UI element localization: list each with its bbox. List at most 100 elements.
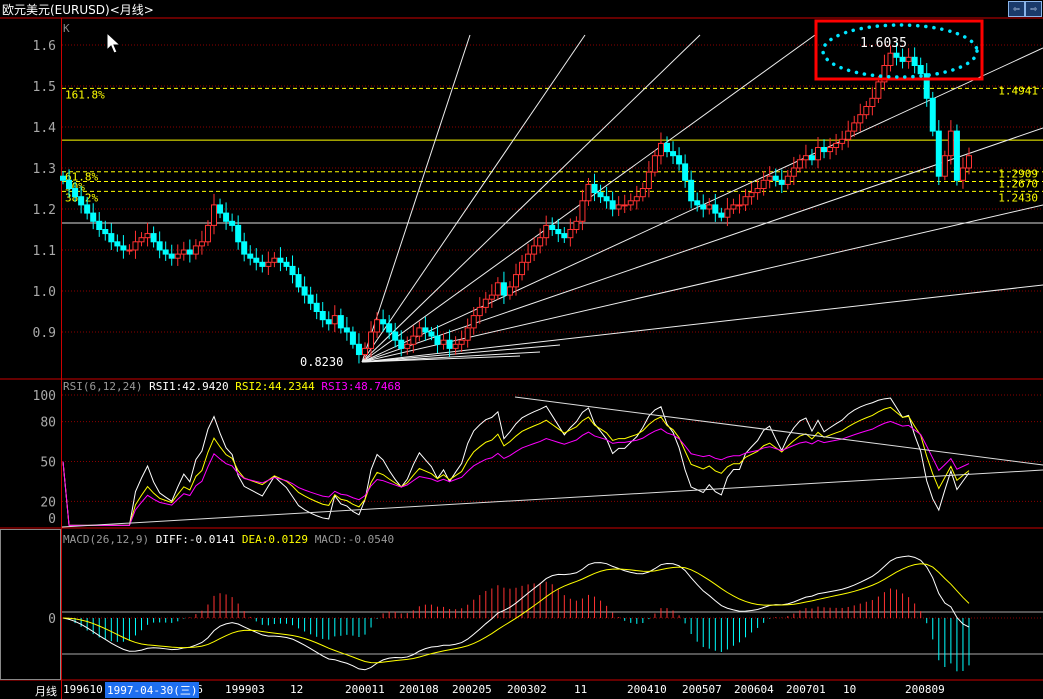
price-tick-label: 1.2	[33, 203, 56, 218]
candle-body	[277, 257, 284, 263]
candle-body	[349, 331, 356, 345]
macd-tick-label: 0	[48, 612, 56, 627]
candle-body	[591, 183, 598, 194]
mouse-cursor-icon	[106, 31, 122, 54]
candle-body	[772, 175, 779, 181]
candle-body	[651, 155, 658, 173]
candle-body	[615, 204, 622, 210]
candle-body	[72, 188, 79, 198]
candle-body	[947, 130, 954, 157]
candle-body	[186, 249, 193, 255]
selected-date: 1997-04-30(三)	[105, 682, 200, 698]
candle-body	[174, 253, 181, 259]
candle-body	[688, 179, 695, 202]
candle-body	[597, 192, 604, 198]
period-label[interactable]: 月线	[35, 683, 57, 699]
candle-body	[718, 212, 725, 218]
candle-body	[845, 130, 852, 140]
candle-body	[525, 253, 532, 263]
candle-body	[126, 249, 133, 252]
fib-price-label: 1.2670	[998, 178, 1038, 191]
candle-body	[156, 241, 163, 251]
candle-body	[712, 204, 719, 214]
macd-name: MACD(26,12,9)	[63, 533, 150, 546]
candle-body	[609, 200, 616, 210]
x-tick-label: 10	[843, 683, 857, 696]
candle-body	[295, 274, 302, 288]
candle-body	[204, 224, 211, 243]
rsi-tick-label: 100	[33, 389, 56, 404]
candle-body	[132, 241, 139, 251]
candle-body	[893, 52, 900, 58]
candle-body	[579, 200, 586, 222]
candle-body	[802, 155, 809, 161]
candle-body	[766, 175, 773, 181]
candle-body	[422, 327, 429, 333]
candle-body	[899, 56, 906, 62]
candle-body	[603, 196, 610, 202]
candle-body	[144, 233, 151, 239]
candle-body	[102, 229, 109, 235]
candle-body	[513, 274, 519, 288]
candle-body	[839, 138, 846, 144]
candle-body	[247, 253, 254, 259]
candle-body	[96, 220, 103, 231]
candle-body	[337, 315, 344, 329]
price-tick-label: 1.0	[33, 285, 56, 300]
candle-body	[941, 155, 948, 177]
x-tick-label: 12	[290, 683, 304, 696]
price-tick-label: 1.6	[33, 39, 56, 54]
candle-body	[259, 261, 266, 267]
x-tick-label: 200205	[452, 683, 492, 696]
candle-body	[543, 224, 550, 239]
candle-body	[784, 175, 791, 185]
candle-body	[561, 233, 568, 239]
candle-body	[253, 257, 260, 263]
candle-body	[953, 130, 960, 181]
candle-body	[519, 261, 526, 276]
x-tick-label: 199610	[63, 683, 103, 696]
candle-body	[827, 147, 834, 153]
candle-body	[386, 323, 393, 333]
candle-body	[150, 233, 157, 243]
candle-body	[778, 179, 785, 185]
candle-body	[905, 56, 912, 62]
price-tick-label: 1.3	[33, 162, 56, 177]
candle-body	[241, 241, 248, 255]
candle-body	[78, 196, 85, 206]
chart-canvas[interactable]: 0.91.01.11.21.31.41.51.6 161.8% 1.494161.…	[0, 0, 1043, 699]
gann-fan-line	[361, 284, 1043, 363]
candle-body	[470, 315, 477, 329]
candle-body	[464, 327, 471, 341]
candle-body	[446, 339, 453, 349]
candle-body	[108, 233, 115, 243]
candle-body	[621, 204, 628, 207]
candle-body	[404, 343, 411, 349]
candle-body	[452, 343, 459, 349]
candle-body	[851, 122, 858, 132]
candle-body	[676, 155, 683, 165]
candle-body	[392, 331, 399, 341]
candle-body	[911, 56, 918, 66]
rsi-trendline	[61, 469, 1043, 528]
candle-body	[60, 175, 66, 181]
candle-body	[639, 188, 646, 198]
candle-body	[313, 302, 320, 312]
candle-body	[66, 179, 73, 190]
rsi-name: RSI(6,12,24)	[63, 380, 143, 393]
candle-body	[706, 204, 713, 210]
main-panel-label: K	[63, 22, 70, 35]
candle-body	[923, 73, 930, 99]
candle-body	[162, 249, 169, 255]
candle-body	[808, 155, 815, 161]
x-tick-label: 200302	[507, 683, 547, 696]
candle-body	[198, 241, 205, 247]
candle-body	[416, 327, 423, 337]
candle-body	[482, 298, 489, 308]
candle-body	[494, 282, 501, 296]
candle-body	[573, 220, 580, 231]
price-tick-label: 0.9	[33, 326, 56, 341]
rsi2-line	[62, 406, 970, 526]
candle-body	[90, 212, 97, 222]
candle-body	[567, 229, 574, 239]
